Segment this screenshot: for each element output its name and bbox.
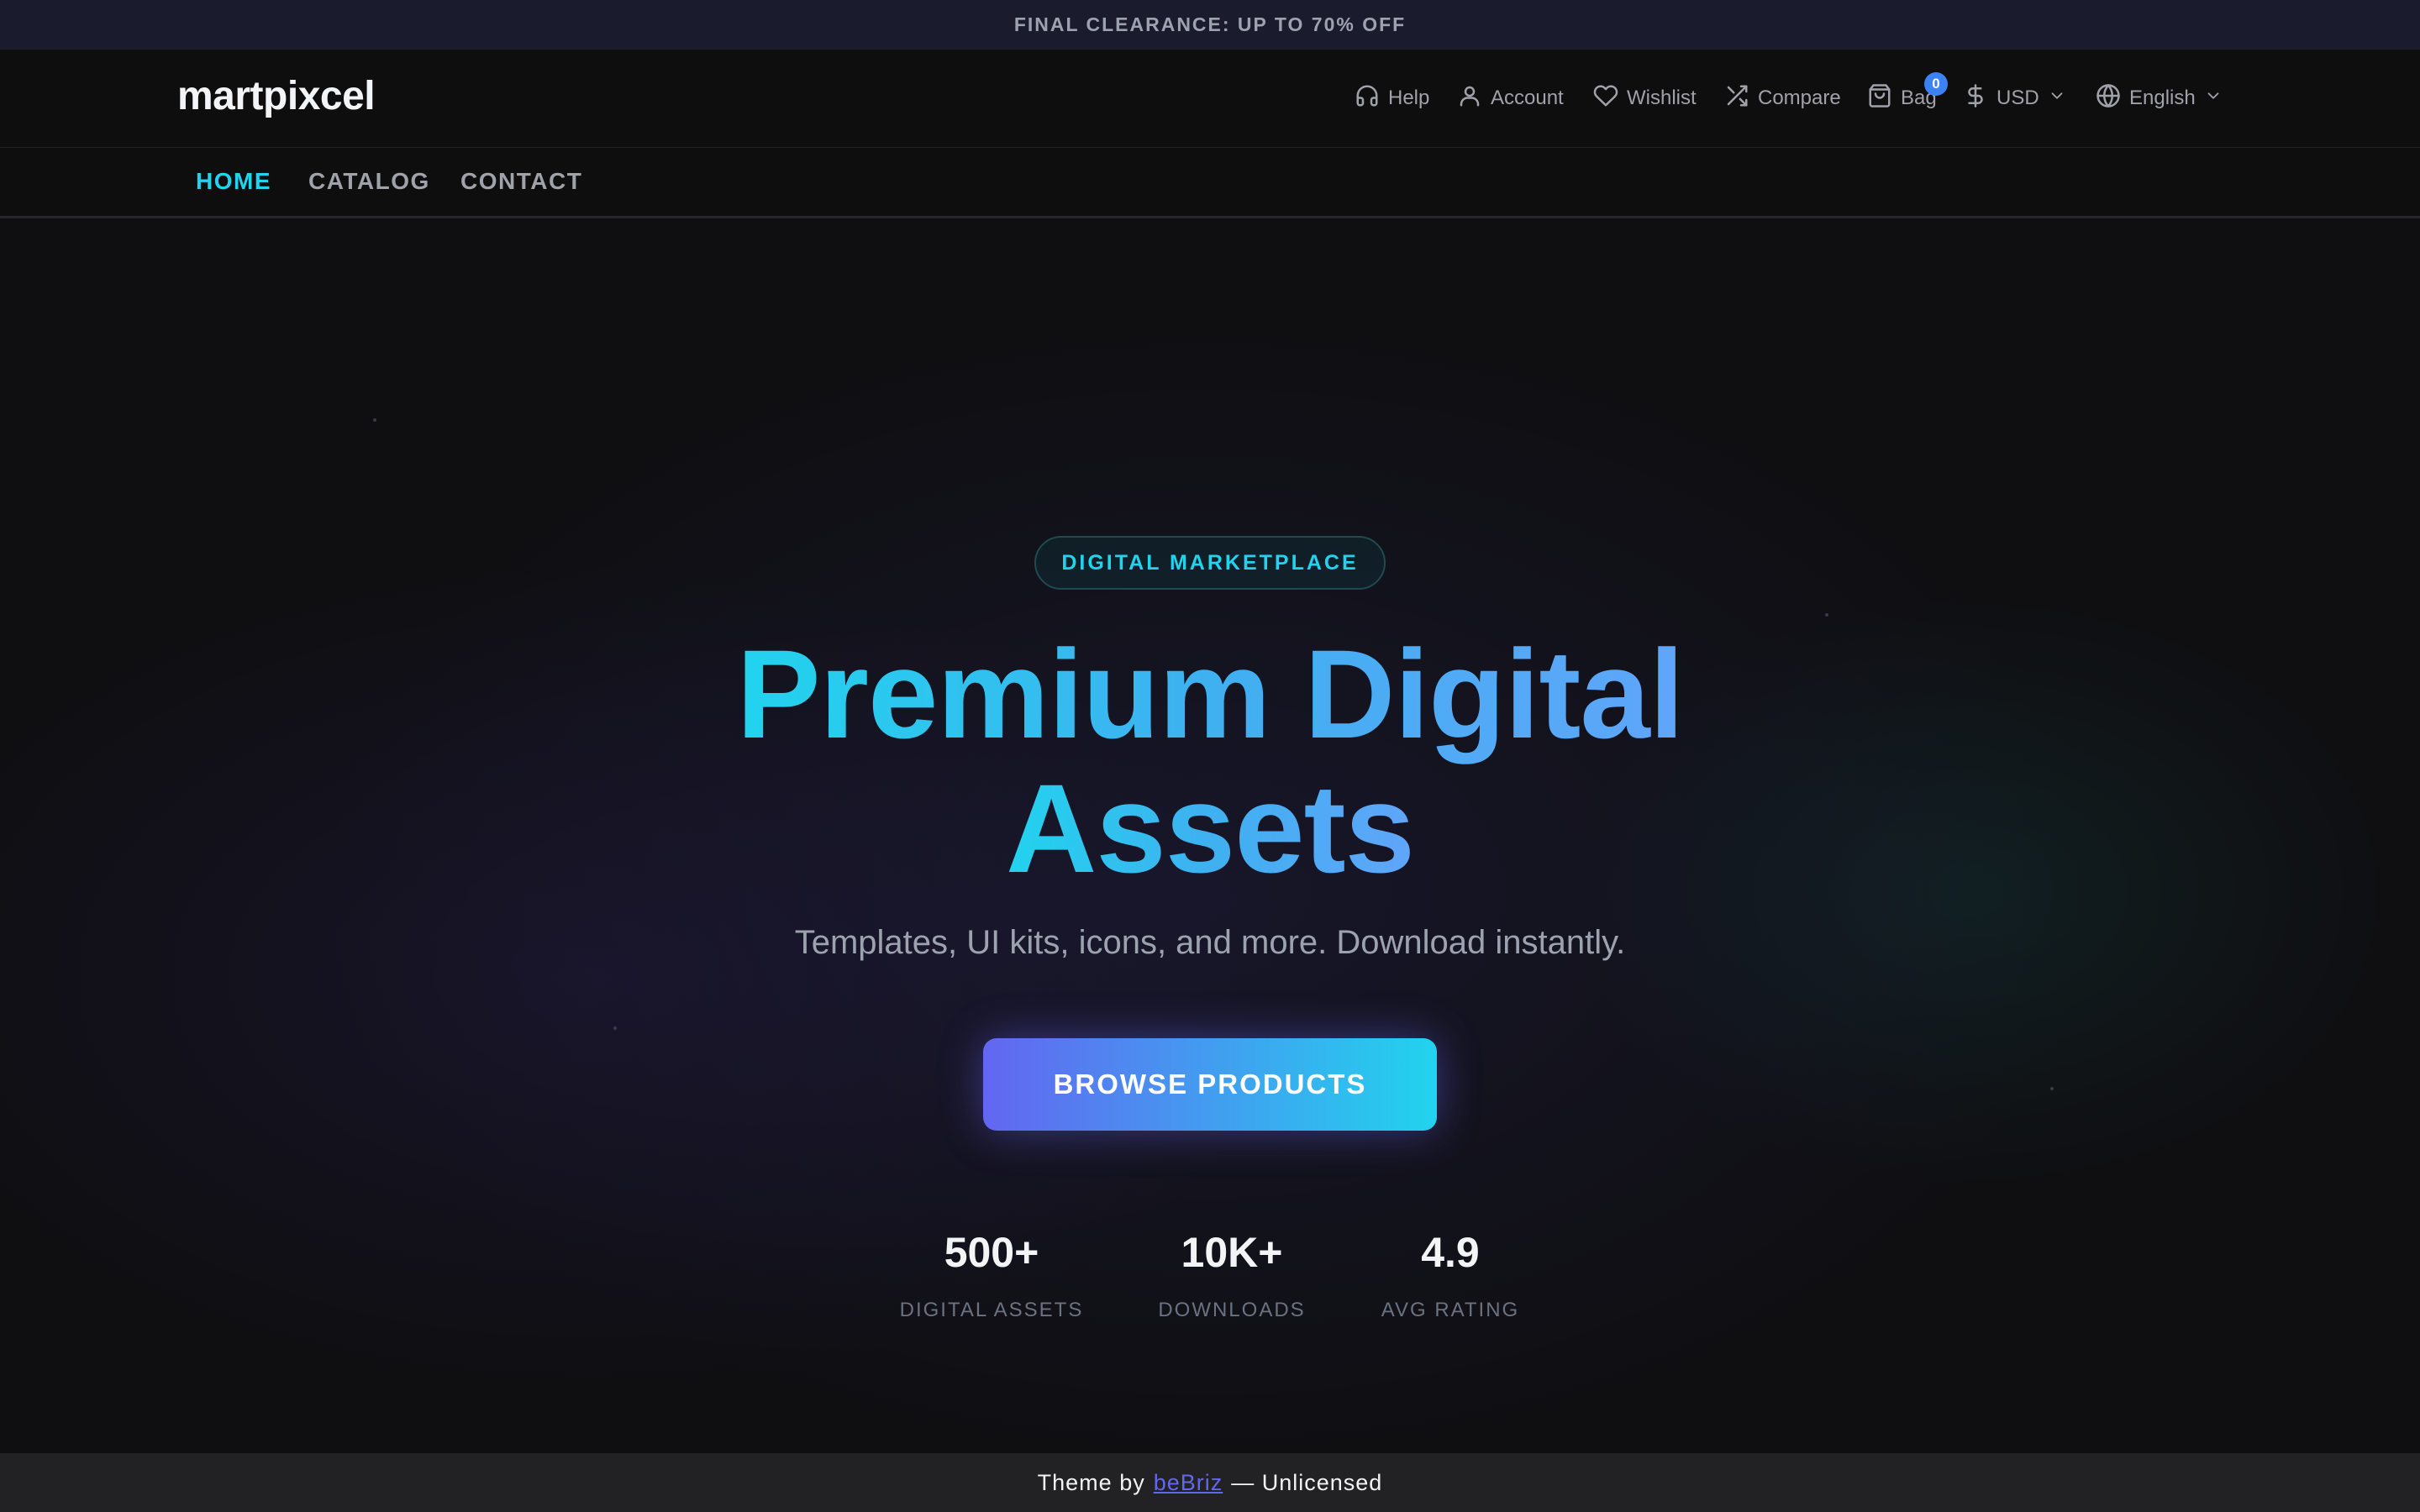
shuffle-icon bbox=[1724, 83, 1749, 114]
hero-headline-line2: Assets bbox=[0, 761, 2420, 895]
footer-prefix: Theme by bbox=[1037, 1469, 1145, 1495]
compare-label: Compare bbox=[1758, 87, 1841, 109]
language-label: English bbox=[2129, 87, 2196, 109]
site-logo[interactable]: martpixcel bbox=[177, 73, 376, 119]
stat-label: DOWNLOADS bbox=[1158, 1299, 1306, 1321]
bag-count-badge: 0 bbox=[1924, 72, 1948, 96]
currency-select[interactable]: USD bbox=[1963, 81, 2066, 115]
headline-text: Premium Digital bbox=[736, 623, 1685, 764]
compare-link[interactable]: Compare bbox=[1724, 81, 1841, 115]
nav-item-home[interactable]: HOME bbox=[196, 168, 271, 195]
globe-icon bbox=[2096, 83, 2121, 114]
headphones-icon bbox=[1355, 83, 1380, 114]
stat-value: 10K+ bbox=[1181, 1229, 1283, 1276]
stat-label: AVG RATING bbox=[1381, 1299, 1520, 1321]
decorative-dot bbox=[373, 418, 376, 422]
wishlist-link[interactable]: Wishlist bbox=[1593, 81, 1697, 115]
browse-products-button[interactable]: BROWSE PRODUCTS bbox=[983, 1038, 1437, 1131]
heart-icon bbox=[1593, 83, 1618, 114]
stat-label: DIGITAL ASSETS bbox=[899, 1299, 1084, 1321]
currency-label: USD bbox=[1996, 87, 2039, 109]
wishlist-label: Wishlist bbox=[1627, 87, 1697, 109]
chevron-down-icon bbox=[2048, 87, 2066, 111]
nav-item-contact[interactable]: CONTACT bbox=[460, 168, 582, 195]
decorative-dot bbox=[613, 1026, 617, 1030]
account-label: Account bbox=[1491, 87, 1564, 109]
main-nav: HOME CATALOG CONTACT bbox=[0, 148, 2420, 218]
footer-suffix: — Unlicensed bbox=[1231, 1469, 1383, 1495]
language-select[interactable]: English bbox=[2096, 81, 2223, 115]
decorative-dot bbox=[2050, 1087, 2054, 1090]
nav-item-catalog[interactable]: CATALOG bbox=[308, 168, 430, 195]
hero-headline-line1: Premium Digital bbox=[0, 627, 2420, 761]
help-label: Help bbox=[1388, 87, 1430, 109]
stat-value: 500+ bbox=[944, 1229, 1039, 1276]
promo-text: FINAL CLEARANCE: UP TO 70% OFF bbox=[1013, 13, 1407, 35]
chevron-down-icon bbox=[2204, 87, 2223, 111]
account-link[interactable]: Account bbox=[1457, 81, 1564, 115]
theme-author-link[interactable]: beBriz bbox=[1154, 1470, 1223, 1496]
headline-text: Assets bbox=[1006, 758, 1415, 899]
hero-section: DIGITAL MARKETPLACE Premium Digital Asse… bbox=[0, 220, 2420, 1453]
site-header: martpixcel Help Account Wishlist Compare… bbox=[0, 49, 2420, 148]
user-icon bbox=[1457, 83, 1482, 114]
help-link[interactable]: Help bbox=[1355, 81, 1429, 115]
dollar-icon bbox=[1963, 83, 1988, 114]
promo-banner: FINAL CLEARANCE: UP TO 70% OFF bbox=[0, 0, 2420, 49]
site-footer: Theme by beBriz — Unlicensed bbox=[0, 1453, 2420, 1512]
decorative-dot bbox=[1825, 613, 1828, 617]
shopping-bag-icon bbox=[1867, 83, 1892, 114]
stat-value: 4.9 bbox=[1421, 1229, 1480, 1276]
hero-subtitle: Templates, UI kits, icons, and more. Dow… bbox=[794, 924, 1626, 961]
category-pill: DIGITAL MARKETPLACE bbox=[1034, 536, 1386, 590]
